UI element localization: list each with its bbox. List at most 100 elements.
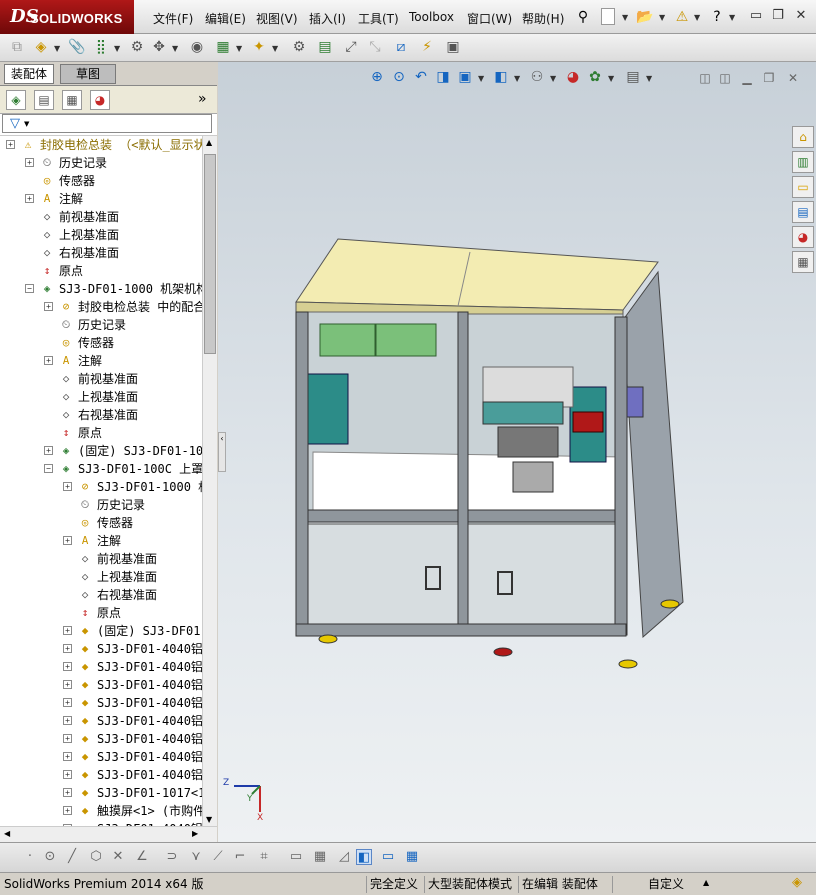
- expand-icon[interactable]: +: [44, 446, 53, 455]
- new-dropdown-icon[interactable]: ▼: [622, 13, 628, 22]
- new-part-icon[interactable]: ◈: [32, 38, 50, 56]
- mate-icon[interactable]: 📎: [68, 38, 86, 56]
- four-view-icon[interactable]: ▦: [404, 849, 420, 865]
- menu-view[interactable]: 视图(V): [256, 10, 298, 27]
- menu-tools[interactable]: 工具(T): [358, 10, 399, 27]
- expand-icon[interactable]: +: [6, 140, 15, 149]
- expand-icon[interactable]: +: [63, 788, 72, 797]
- machine-3d-model[interactable]: [218, 62, 816, 842]
- expand-icon[interactable]: +: [63, 734, 72, 743]
- expand-icon[interactable]: +: [63, 752, 72, 761]
- point-icon[interactable]: ·: [22, 849, 38, 865]
- tags-icon[interactable]: ◈: [792, 875, 808, 892]
- scroll-left-icon[interactable]: ◀: [4, 829, 10, 838]
- filter-input[interactable]: [2, 114, 212, 133]
- insert-component-icon[interactable]: ⧉: [8, 38, 26, 56]
- expand-icon[interactable]: +: [63, 482, 72, 491]
- single-view-icon[interactable]: ▭: [380, 849, 396, 865]
- mirror-icon[interactable]: ⟋: [210, 849, 226, 865]
- move-dropdown-icon[interactable]: ▼: [172, 44, 178, 53]
- units-dropdown-icon[interactable]: ▲: [703, 878, 709, 887]
- measure-icon[interactable]: ▭: [288, 849, 304, 865]
- expand-icon[interactable]: +: [25, 194, 34, 203]
- help-dropdown-icon[interactable]: ▼: [729, 13, 735, 22]
- warning-dropdown-icon[interactable]: ▼: [694, 13, 700, 22]
- menu-insert[interactable]: 插入(I): [309, 10, 346, 27]
- angle-line-icon[interactable]: ∠: [134, 849, 150, 865]
- smart-dimension-icon[interactable]: ⌗: [256, 849, 272, 865]
- open-dropdown-icon[interactable]: ▼: [659, 13, 665, 22]
- help-icon[interactable]: ?: [708, 8, 726, 26]
- pin-icon[interactable]: ⚲: [574, 8, 592, 26]
- collapse-icon[interactable]: −: [44, 464, 53, 473]
- tree-scroll-thumb[interactable]: [204, 154, 216, 354]
- close-icon[interactable]: ✕: [793, 8, 809, 24]
- collapse-icon[interactable]: −: [25, 284, 34, 293]
- move-component-icon[interactable]: ✥: [150, 38, 168, 56]
- polygon-icon[interactable]: ⬡: [88, 849, 104, 865]
- new-document-icon[interactable]: [601, 8, 615, 25]
- reference-dropdown-icon[interactable]: ▼: [272, 44, 278, 53]
- restore-icon[interactable]: ❐: [770, 8, 786, 24]
- line-icon[interactable]: ╱: [64, 849, 80, 865]
- new-motion-study-icon[interactable]: ⚙: [290, 38, 308, 56]
- expand-icon[interactable]: +: [25, 158, 34, 167]
- open-folder-icon[interactable]: 📂: [636, 8, 654, 26]
- expand-icon[interactable]: +: [63, 644, 72, 653]
- reference-geometry-icon[interactable]: ✦: [250, 38, 268, 56]
- configuration-manager-tab-icon[interactable]: ▦: [62, 90, 82, 110]
- expand-icon[interactable]: +: [44, 356, 53, 365]
- menu-window[interactable]: 窗口(W): [467, 10, 512, 27]
- grid-icon[interactable]: ▦: [312, 849, 328, 865]
- feature-manager-tab-icon[interactable]: ◈: [6, 90, 26, 110]
- graphics-area[interactable]: ⊕ ⊙ ↶ ◨ ▣ ▼ ◧ ▼ ⚇ ▼ ◕ ✿ ▼ ▤ ▼ ◫ ◫ ▁ ❐ ✕ …: [218, 62, 816, 842]
- trim-icon[interactable]: ✕: [110, 849, 126, 865]
- corner-rectangle-icon[interactable]: ⌐: [232, 849, 248, 865]
- explode-line-sketch-icon[interactable]: ⤡: [366, 38, 384, 56]
- tree-vertical-scrollbar[interactable]: ▲ ▼: [202, 136, 217, 826]
- menu-toolbox[interactable]: Toolbox: [409, 10, 454, 24]
- offset-icon[interactable]: ⊃: [164, 849, 180, 865]
- show-hidden-icon[interactable]: ◉: [188, 38, 206, 56]
- expand-icon[interactable]: +: [63, 680, 72, 689]
- scroll-up-icon[interactable]: ▲: [206, 138, 212, 147]
- tab-assembly[interactable]: 装配体: [4, 64, 55, 84]
- tab-sketch[interactable]: 草图: [60, 64, 116, 84]
- expand-icon[interactable]: +: [63, 536, 72, 545]
- minimize-icon[interactable]: ▭: [748, 8, 764, 24]
- panel-collapse-handle[interactable]: ‹: [218, 432, 226, 472]
- expand-icon[interactable]: +: [63, 806, 72, 815]
- expand-icon[interactable]: +: [63, 770, 72, 779]
- expand-icon[interactable]: +: [63, 626, 72, 635]
- instant3d-icon[interactable]: ⚡: [418, 38, 436, 56]
- exploded-view-icon[interactable]: ⤢: [342, 38, 360, 56]
- linear-pattern-icon[interactable]: ⣿: [92, 38, 110, 56]
- tree-filter-bar[interactable]: ▽ ▼: [0, 114, 217, 136]
- expand-icon[interactable]: +: [44, 302, 53, 311]
- shaded-view-icon[interactable]: ◧: [356, 849, 372, 865]
- expand-icon[interactable]: +: [63, 716, 72, 725]
- bill-of-materials-icon[interactable]: ▤: [316, 38, 334, 56]
- expand-icon[interactable]: +: [63, 698, 72, 707]
- expand-icon[interactable]: +: [63, 662, 72, 671]
- status-units[interactable]: 自定义: [645, 876, 687, 893]
- smart-fasteners-icon[interactable]: ⚙: [128, 38, 146, 56]
- assembly-features-icon[interactable]: ▦: [214, 38, 232, 56]
- large-assembly-mode-icon[interactable]: ▣: [444, 38, 462, 56]
- triangle-icon[interactable]: ◿: [336, 849, 352, 865]
- tree-horizontal-scrollbar[interactable]: ◀ ▶: [0, 826, 217, 842]
- menu-file[interactable]: 文件(F): [153, 10, 193, 27]
- pattern-dropdown-icon[interactable]: ▼: [114, 44, 120, 53]
- scroll-right-icon[interactable]: ▶: [192, 829, 198, 838]
- property-manager-tab-icon[interactable]: ▤: [34, 90, 54, 110]
- panel-expand-button[interactable]: »: [198, 91, 207, 107]
- menu-edit[interactable]: 编辑(E): [205, 10, 246, 27]
- menu-help[interactable]: 帮助(H): [522, 10, 564, 27]
- display-manager-tab-icon[interactable]: ◕: [90, 90, 110, 110]
- rebuild-warning-icon[interactable]: ⚠: [673, 8, 691, 26]
- scroll-down-icon[interactable]: ▼: [206, 815, 212, 824]
- features-dropdown-icon[interactable]: ▼: [236, 44, 242, 53]
- circle-icon[interactable]: ⊙: [42, 849, 58, 865]
- solidworks-logo[interactable]: DS SOLIDWORKS: [0, 0, 134, 34]
- new-part-dropdown-icon[interactable]: ▼: [54, 44, 60, 53]
